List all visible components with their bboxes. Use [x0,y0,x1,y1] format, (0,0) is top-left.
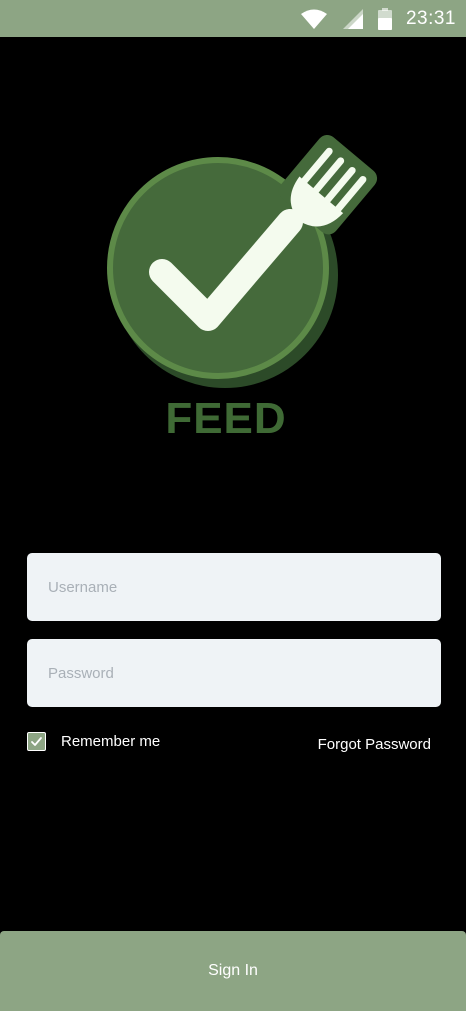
sign-in-button[interactable]: Sign In [0,931,466,1011]
username-field[interactable] [27,553,441,621]
battery-icon [377,7,392,30]
wifi-icon [300,8,328,30]
password-field[interactable] [27,639,441,707]
password-input[interactable] [46,663,422,683]
remember-me-label: Remember me [61,733,161,750]
logo-text: FEED [165,394,286,443]
remember-me-checkbox[interactable] [27,732,46,751]
check-fork-logo-icon: FEED [107,134,378,443]
signal-icon [342,8,364,30]
login-screen: 23:31 FEED Username Remember me Forgot P… [0,0,466,1011]
username-input[interactable] [46,577,422,597]
status-bar: 23:31 [0,0,466,37]
remember-me-row[interactable]: Remember me [27,732,160,751]
forgot-password-link[interactable]: Forgot Password [318,736,431,753]
status-icons: 23:31 [300,0,456,37]
app-logo: FEED [100,130,380,450]
status-clock: 23:31 [405,7,456,29]
checkmark-icon [31,737,42,746]
